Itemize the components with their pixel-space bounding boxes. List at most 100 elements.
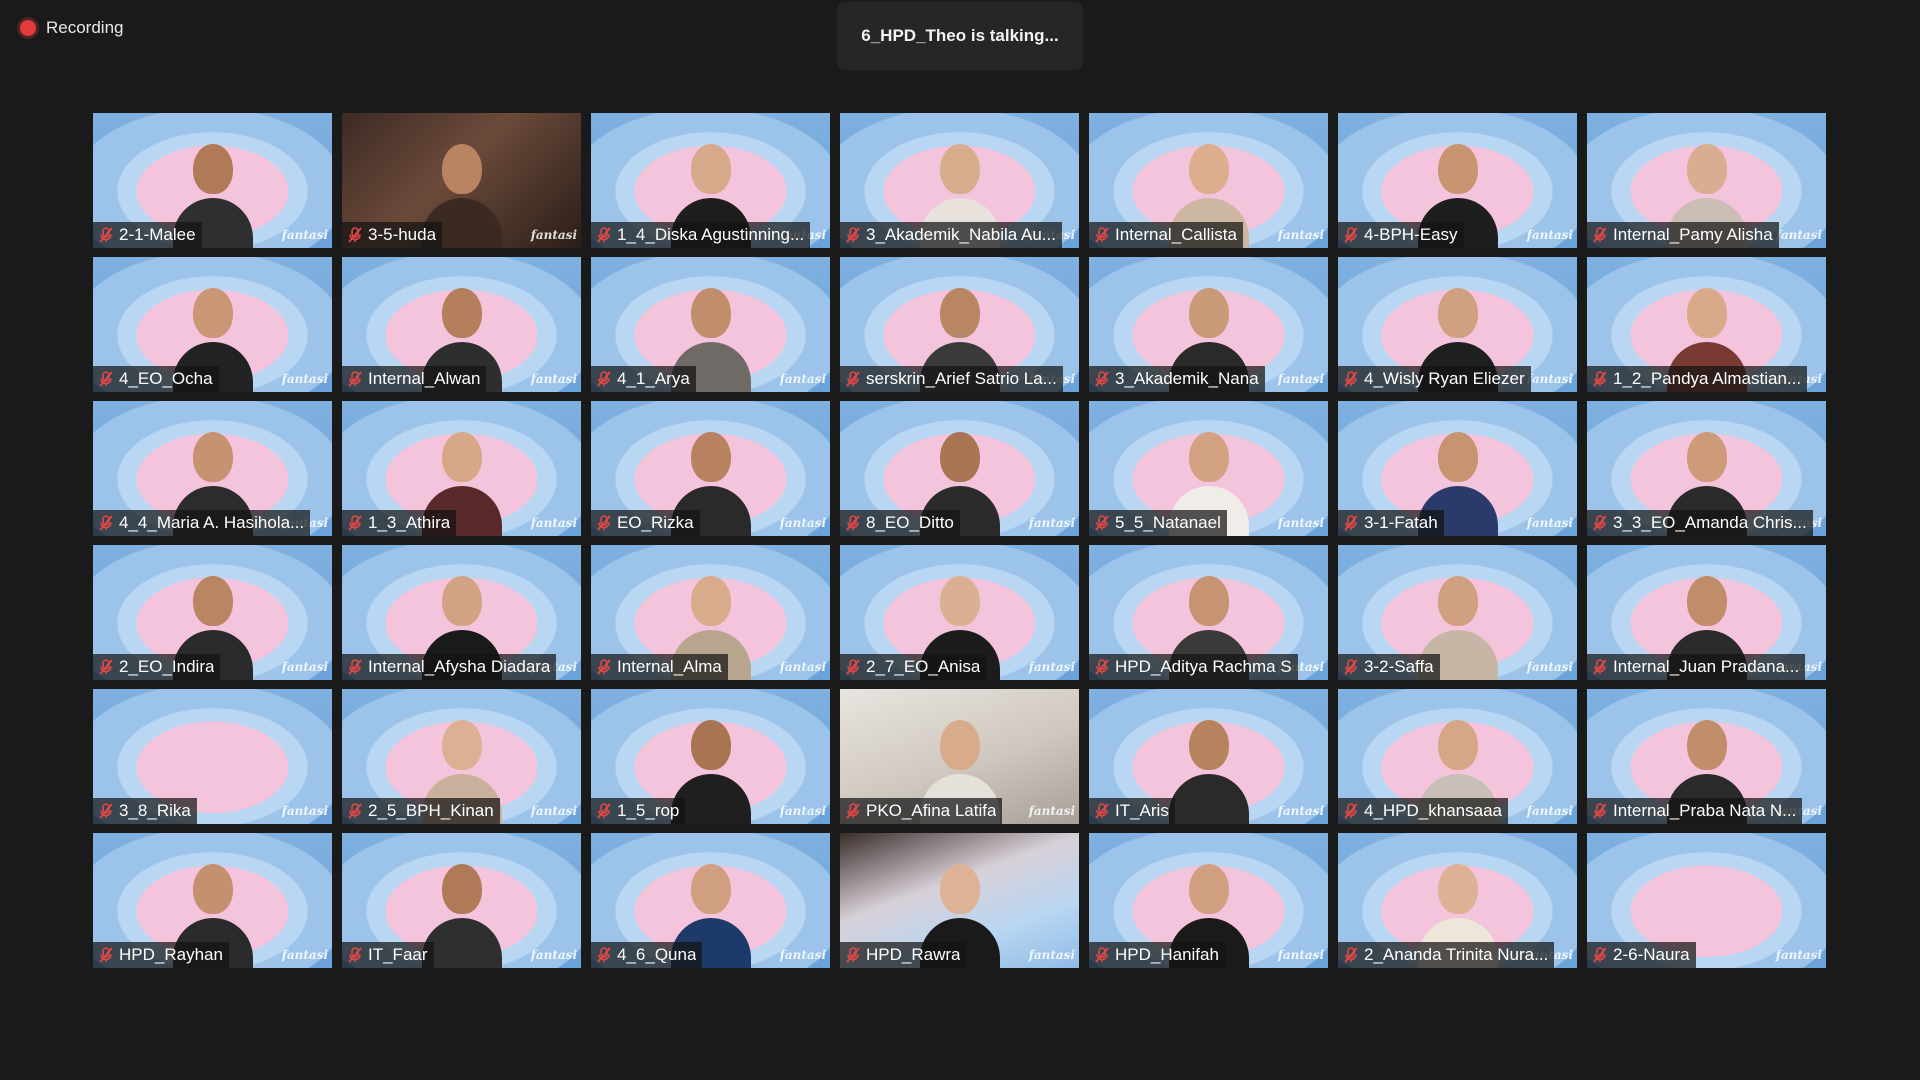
participant-name: Internal_Juan Pradana... [1613,657,1800,676]
participant-tile[interactable]: fantasi Internal_Callista [1089,113,1328,248]
participant-tile[interactable]: fantasi1_4_Diska Agustinning... [591,113,830,248]
participant-name: 2_EO_Indira [119,657,215,676]
participant-tile[interactable]: fantasi HPD_Hanifah [1089,833,1328,968]
participant-tile[interactable]: fantasi 3-1-Fatah [1338,401,1577,536]
participant-tile[interactable]: fantasi1_2_Pandya Almastian... [1587,257,1826,392]
microphone-muted-icon [1342,370,1360,388]
recording-indicator[interactable]: Recording [20,18,124,38]
participant-name: 1_4_Diska Agustinning... [617,225,805,244]
participant-tile[interactable]: fantasi 2_7_EO_Anisa [840,545,1079,680]
participant-name: PKO_Afina Latifa [866,801,997,820]
participant-name-label: 4_HPD_khansaaa [1338,798,1508,824]
participant-tile[interactable]: fantasi 1_3_Athira [342,401,581,536]
participant-name: 3-5-huda [368,225,437,244]
participant-tile[interactable]: fantasi 3_Akademik_Nana [1089,257,1328,392]
background-brand-logo: fantasi [530,228,577,242]
participant-tile[interactable]: fantasi 4_EO_Ocha [93,257,332,392]
participant-name-label: 3_3_EO_Amanda Chris... [1587,510,1813,536]
participant-name: 3_Akademik_Nana [1115,369,1259,388]
participant-tile[interactable]: fantasi HPD_Rayhan [93,833,332,968]
participant-tile[interactable]: fantasi Internal_Pamy Alisha [1587,113,1826,248]
participant-name: 2_5_BPH_Kinan [368,801,494,820]
microphone-muted-icon [595,514,613,532]
background-brand-logo: fantasi [1277,516,1324,530]
participant-tile[interactable]: fantasi3_3_EO_Amanda Chris... [1587,401,1826,536]
participant-name-label: 4_4_Maria A. Hasihola... [93,510,311,536]
participant-tile[interactable]: fantasi Internal_Alwan [342,257,581,392]
participant-name: HPD_Aditya Rachma S [1115,657,1292,676]
participant-tile[interactable]: fantasi 4_HPD_khansaaa [1338,689,1577,824]
participant-name-label: 1_4_Diska Agustinning... [591,222,811,248]
background-brand-logo: fantasi [1526,516,1573,530]
microphone-muted-icon [1093,658,1111,676]
participant-name-label: 2-1-Malee [93,222,202,248]
microphone-muted-icon [1093,802,1111,820]
participant-tile[interactable]: fantasi 8_EO_Ditto [840,401,1079,536]
background-brand-logo: fantasi [530,516,577,530]
participant-tile[interactable]: fantasi 3-5-huda [342,113,581,248]
participant-name: 3_Akademik_Nabila Au... [866,225,1056,244]
participant-tile[interactable]: fantasi EO_Rizka [591,401,830,536]
participant-name: Internal_Pamy Alisha [1613,225,1773,244]
participant-tile[interactable]: fantasi 3-2-Saffa [1338,545,1577,680]
participant-name: Internal_Alma [617,657,722,676]
background-brand-logo: fantasi [530,372,577,386]
microphone-muted-icon [595,658,613,676]
participant-tile[interactable]: fantasi4_4_Maria A. Hasihola... [93,401,332,536]
participant-tile[interactable]: fantasi IT_Faar [342,833,581,968]
participant-name-label: 3-1-Fatah [1338,510,1444,536]
participant-name-label: Internal_Alma [591,654,728,680]
background-brand-logo: fantasi [1775,228,1822,242]
participant-tile[interactable]: fantasi 2-1-Malee [93,113,332,248]
participant-tile[interactable]: fantasi HPD_Aditya Rachma S [1089,545,1328,680]
participant-name-label: 2_Ananda Trinita Nura... [1338,942,1555,968]
participant-tile[interactable]: fantasi Internal_Alma [591,545,830,680]
participant-tile[interactable]: fantasi PKO_Afina Latifa [840,689,1079,824]
participant-tile[interactable]: fantasi2_Ananda Trinita Nura... [1338,833,1577,968]
participant-name: 1_2_Pandya Almastian... [1613,369,1802,388]
participant-tile[interactable]: fantasi 2-6-Naura [1587,833,1826,968]
video-gallery: fantasi2-1-Maleefantasi3-5-hudafantasi1_… [93,113,1826,968]
background-brand-logo: fantasi [779,660,826,674]
participant-name-label: 3_Akademik_Nabila Au... [840,222,1062,248]
participant-tile[interactable]: fantasi3_Akademik_Nabila Au... [840,113,1079,248]
background-brand-logo: fantasi [281,372,328,386]
participant-name-label: 3_Akademik_Nana [1089,366,1265,392]
participant-tile[interactable]: fantasi HPD_Rawra [840,833,1079,968]
participant-name-label: HPD_Rawra [840,942,967,968]
participant-tile[interactable]: fantasi 5_5_Natanael [1089,401,1328,536]
participant-tile[interactable]: fantasi 4_Wisly Ryan Eliezer [1338,257,1577,392]
participant-tile[interactable]: fantasi 4-BPH-Easy [1338,113,1577,248]
participant-name: Internal_Callista [1115,225,1237,244]
participant-tile[interactable]: fantasiInternal_Afysha Diadara [342,545,581,680]
microphone-muted-icon [97,802,115,820]
microphone-muted-icon [1342,946,1360,964]
participant-tile[interactable]: fantasi 1_5_rop [591,689,830,824]
participant-name-label: 1_2_Pandya Almastian... [1587,366,1808,392]
participant-tile[interactable]: fantasiserskrin_Arief Satrio La... [840,257,1079,392]
participant-tile[interactable]: fantasi 3_8_Rika [93,689,332,824]
participant-name: 2-6-Naura [1613,945,1690,964]
participant-name-label: HPD_Rayhan [93,942,229,968]
background-brand-logo: fantasi [1775,948,1822,962]
participant-tile[interactable]: fantasi 4_1_Arya [591,257,830,392]
participant-name-label: EO_Rizka [591,510,700,536]
microphone-muted-icon [844,370,862,388]
participant-name-label: 4_6_Quna [591,942,703,968]
participant-tile[interactable]: fantasi IT_Aris [1089,689,1328,824]
participant-name: 2_7_EO_Anisa [866,657,981,676]
participant-tile[interactable]: fantasiInternal_Juan Pradana... [1587,545,1826,680]
background-brand-logo: fantasi [281,948,328,962]
background-brand-logo: fantasi [530,948,577,962]
participant-tile[interactable]: fantasiInternal_Praba Nata N... [1587,689,1826,824]
participant-tile[interactable]: fantasi 2_5_BPH_Kinan [342,689,581,824]
participant-tile[interactable]: fantasi 4_6_Quna [591,833,830,968]
participant-name-label: 1_3_Athira [342,510,457,536]
microphone-muted-icon [844,802,862,820]
active-speaker-text: 6_HPD_Theo is talking... [861,26,1059,45]
microphone-muted-icon [1342,802,1360,820]
microphone-muted-icon [595,802,613,820]
participant-name: Internal_Afysha Diadara [368,657,551,676]
participant-name-label: 2_5_BPH_Kinan [342,798,500,824]
participant-tile[interactable]: fantasi 2_EO_Indira [93,545,332,680]
